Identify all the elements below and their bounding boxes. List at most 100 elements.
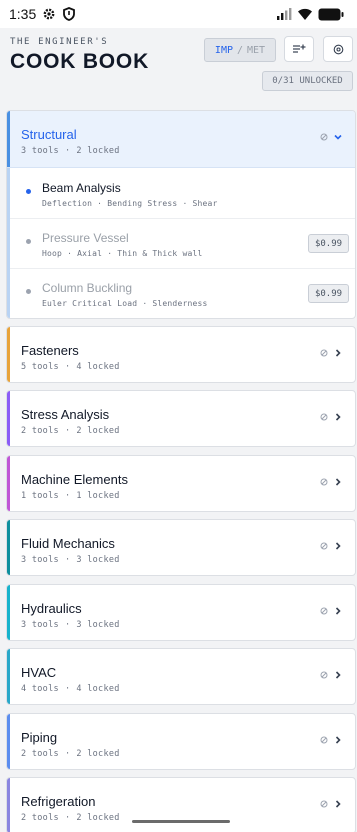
status-time: 1:35 (9, 6, 37, 22)
tool-price-button[interactable]: $0.99 (308, 234, 349, 253)
home-indicator[interactable] (132, 820, 230, 823)
chevron-right-icon (335, 607, 341, 615)
lock-status-icon (320, 607, 328, 615)
category-name: Refrigeration (21, 794, 96, 809)
category-locked-count: 1 locked (76, 491, 120, 501)
app-screen: 1:35 THE ENGINEER'S COOK BOOK IMP / MET … (0, 0, 357, 832)
category-hydraulics[interactable]: Hydraulics 3 tools · 3 locked (6, 584, 356, 641)
category-tools-count: 2 tools (21, 426, 59, 436)
category-tools-count: 5 tools (21, 362, 59, 372)
tool-beam-analysis[interactable]: Beam Analysis Deflection · Bending Stres… (10, 169, 355, 219)
chevron-right-icon (335, 349, 341, 357)
tool-column-buckling[interactable]: Column Buckling Euler Critical Load · Sl… (10, 269, 355, 318)
meta-separator: · (64, 491, 71, 501)
category-tools-count: 4 tools (21, 684, 59, 694)
tool-name: Pressure Vessel (42, 231, 129, 245)
category-color-stripe (7, 520, 10, 575)
category-color-stripe (7, 111, 10, 167)
category-name: Hydraulics (21, 601, 82, 616)
category-locked-count: 4 locked (76, 362, 120, 372)
tool-description: Euler Critical Load · Slenderness (42, 299, 208, 308)
category-tools-count: 3 tools (21, 555, 59, 565)
meta-separator: · (64, 813, 71, 823)
unit-metric-option[interactable]: MET (247, 45, 265, 56)
category-meta: 4 tools · 4 locked (21, 684, 120, 694)
lock-status-icon (320, 133, 328, 141)
category-locked-count: 2 locked (76, 813, 120, 823)
chevron-right-icon (335, 478, 341, 486)
category-name: Stress Analysis (21, 407, 110, 422)
sort-button[interactable] (284, 36, 314, 62)
category-piping[interactable]: Piping 2 tools · 2 locked (6, 713, 356, 770)
status-bar: 1:35 (0, 0, 357, 28)
category-tools-count: 2 tools (21, 749, 59, 759)
category-name: Structural (21, 127, 77, 142)
category-color-stripe (7, 778, 10, 832)
tool-bullet (26, 189, 31, 194)
category-name: Piping (21, 730, 58, 745)
category-color-stripe (7, 456, 10, 511)
category-fluid-mechanics[interactable]: Fluid Mechanics 3 tools · 3 locked (6, 519, 356, 576)
tool-bullet (26, 239, 31, 244)
chevron-down-icon (334, 134, 342, 140)
category-stress-analysis[interactable]: Stress Analysis 2 tools · 2 locked (6, 390, 356, 447)
chevron-right-icon (335, 542, 341, 550)
category-meta: 5 tools · 4 locked (21, 362, 120, 372)
category-locked-count: 4 locked (76, 684, 120, 694)
category-header-structural[interactable]: Structural 3 tools · 2 locked (7, 111, 355, 168)
chevron-right-icon (335, 413, 341, 421)
category-locked-count: 2 locked (76, 426, 120, 436)
tool-description: Hoop · Axial · Thin & Thick wall (42, 249, 203, 258)
category-name: Machine Elements (21, 472, 128, 487)
battery-icon (318, 8, 344, 21)
category-meta: 2 tools · 2 locked (21, 426, 120, 436)
category-color-stripe (7, 714, 10, 769)
category-fasteners[interactable]: Fasteners 5 tools · 4 locked (6, 326, 356, 383)
chevron-right-icon (335, 800, 341, 808)
category-structural: Structural 3 tools · 2 locked Beam Analysi… (6, 110, 356, 319)
tool-description: Deflection · Bending Stress · Shear (42, 199, 218, 208)
lock-status-icon (320, 478, 328, 486)
unit-toggle[interactable]: IMP / MET (204, 38, 276, 62)
meta-separator: · (64, 146, 71, 156)
meta-separator: · (64, 555, 71, 565)
tool-name: Column Buckling (42, 281, 133, 295)
wifi-icon (298, 8, 312, 20)
settings-icon (333, 44, 343, 54)
category-meta: 3 tools · 3 locked (21, 555, 120, 565)
meta-separator: · (64, 620, 71, 630)
lock-status-icon (320, 413, 328, 421)
meta-separator: · (64, 749, 71, 759)
lock-status-icon (320, 349, 328, 357)
app-header: THE ENGINEER'S COOK BOOK IMP / MET 0/31 … (0, 28, 357, 100)
tool-price-button[interactable]: $0.99 (308, 284, 349, 303)
category-locked-count: 2 locked (76, 146, 120, 156)
category-tools-count: 1 tools (21, 491, 59, 501)
category-locked-count: 3 locked (76, 555, 120, 565)
category-meta: 3 tools · 3 locked (21, 620, 120, 630)
category-hvac[interactable]: HVAC 4 tools · 4 locked (6, 648, 356, 705)
lock-status-icon (320, 736, 328, 744)
category-color-stripe (7, 585, 10, 640)
signal-icon (277, 8, 292, 20)
category-tools-count: 2 tools (21, 813, 59, 823)
tool-pressure-vessel[interactable]: Pressure Vessel Hoop · Axial · Thin & Th… (10, 219, 355, 269)
unit-imperial-option[interactable]: IMP (215, 45, 233, 56)
category-machine-elements[interactable]: Machine Elements 1 tools · 1 locked (6, 455, 356, 512)
settings-button[interactable] (323, 36, 353, 62)
category-name: HVAC (21, 665, 57, 680)
tool-name: Beam Analysis (42, 181, 121, 195)
lock-status-icon (320, 542, 328, 550)
category-color-stripe (7, 327, 10, 382)
shield-icon (63, 7, 75, 21)
app-eyebrow: THE ENGINEER'S (10, 37, 109, 47)
category-meta: 2 tools · 2 locked (21, 749, 120, 759)
app-title: COOK BOOK (10, 50, 150, 73)
sort-list-icon (293, 44, 306, 53)
meta-separator: · (64, 684, 71, 694)
category-tools-count: 3 tools (21, 146, 59, 156)
category-refrigeration[interactable]: Refrigeration 2 tools · 2 locked (6, 777, 356, 832)
chevron-right-icon (335, 671, 341, 679)
lock-status-icon (320, 800, 328, 808)
category-meta: 3 tools · 2 locked (21, 146, 120, 156)
